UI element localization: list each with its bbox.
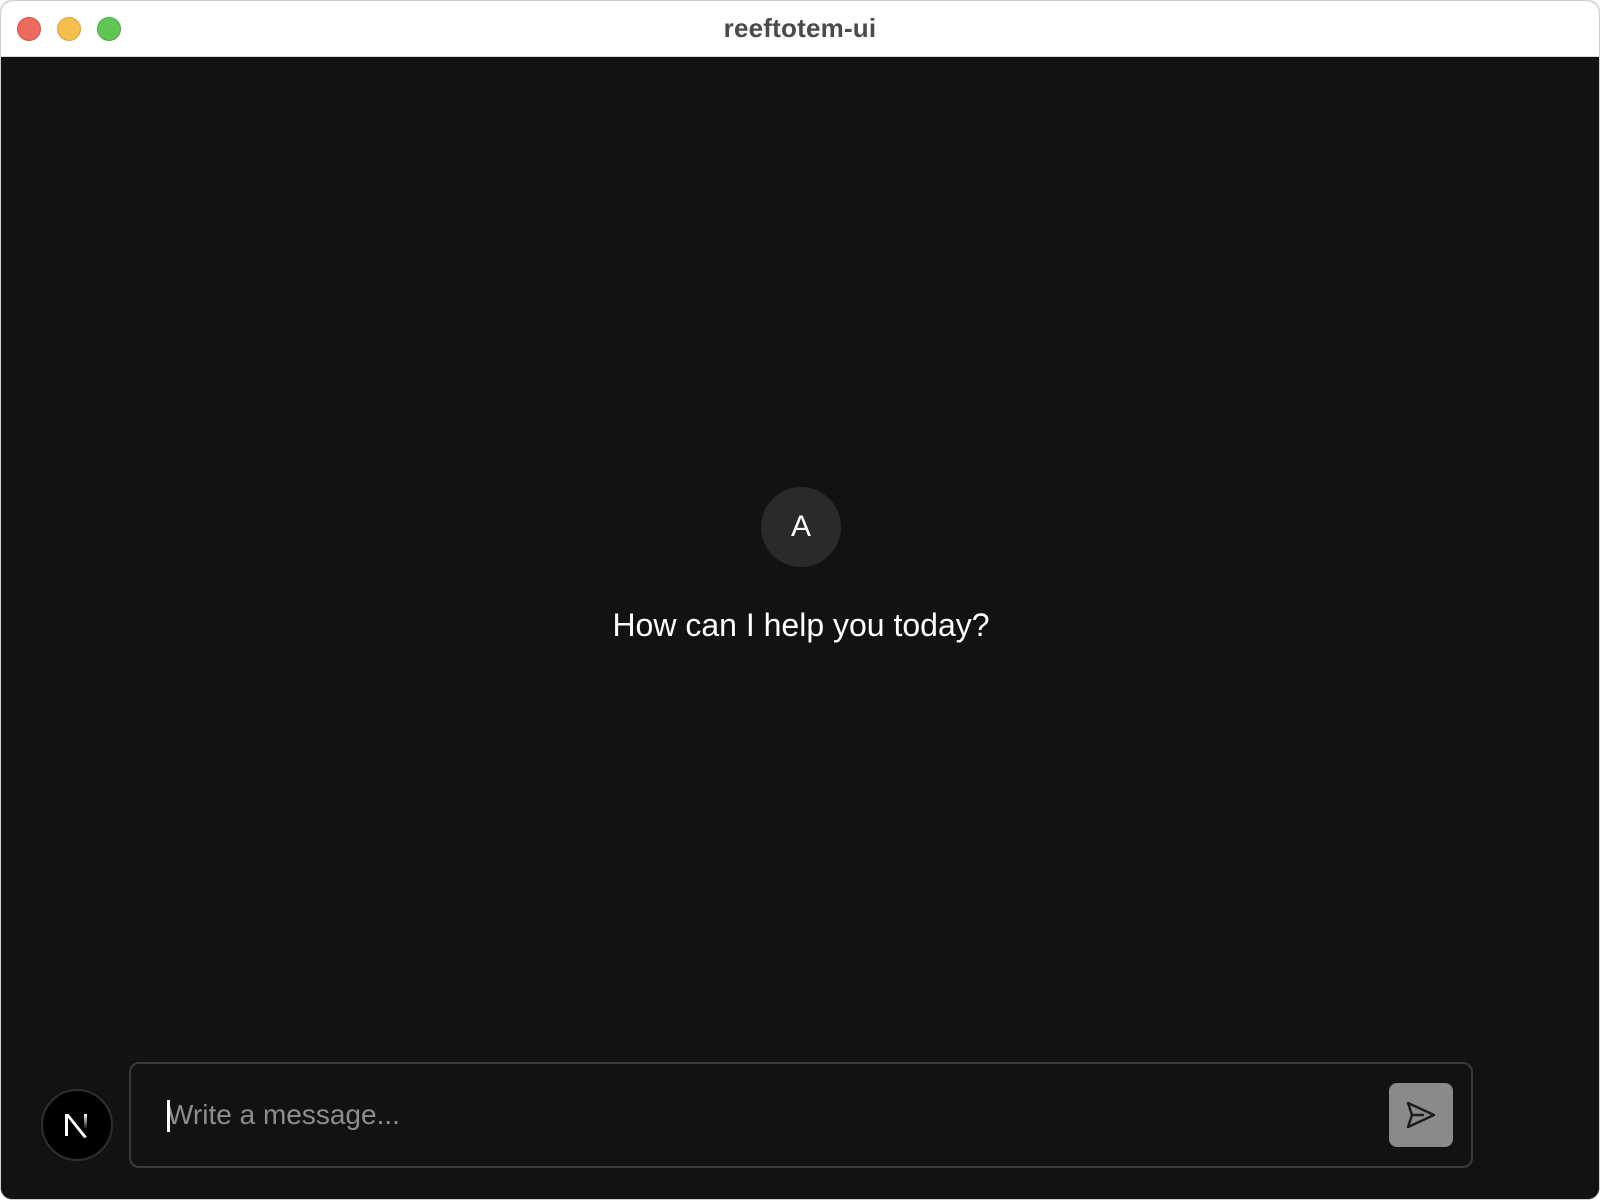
message-input[interactable]: [167, 1088, 1347, 1142]
app-window: reeftotem-ui A How can I help you today?: [0, 0, 1600, 1200]
nextjs-logo-icon[interactable]: [41, 1089, 113, 1161]
chat-area: A How can I help you today?: [1, 57, 1599, 1199]
window-title: reeftotem-ui: [723, 13, 877, 43]
text-caret: [167, 1100, 170, 1132]
paper-plane-icon: [1406, 1101, 1436, 1129]
assistant-avatar: A: [761, 487, 841, 567]
send-button[interactable]: [1389, 1083, 1453, 1147]
nextjs-logo-glyph: [65, 1114, 87, 1138]
message-composer: [129, 1062, 1473, 1168]
welcome-message: How can I help you today?: [612, 607, 990, 643]
title-bar[interactable]: reeftotem-ui: [1, 1, 1599, 57]
